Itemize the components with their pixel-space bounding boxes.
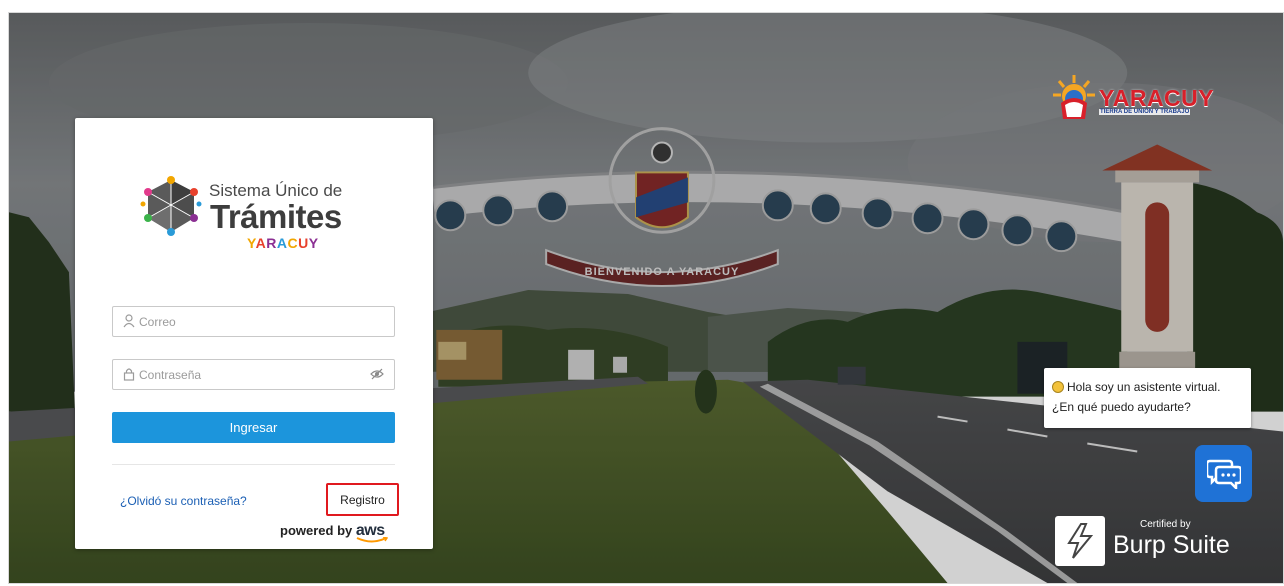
app-logo: Sistema Único de Trámites YARACUY	[139, 174, 379, 254]
logo-line3-letter: R	[266, 235, 277, 251]
chat-greeting-bubble[interactable]: Hola soy un asistente virtual. ¿En qué p…	[1044, 368, 1251, 428]
divider	[112, 464, 395, 465]
email-input[interactable]	[139, 307, 359, 336]
yaracuy-sun-icon	[1053, 75, 1095, 119]
logo-line3-letter: A	[276, 235, 288, 251]
login-card: Sistema Único de Trámites YARACUY Correo…	[75, 118, 433, 549]
logo-mark-icon	[140, 176, 202, 236]
page-viewport: BIENVENIDO A YARACUY YARACUY TIERRA DE U…	[8, 12, 1284, 584]
yaracuy-brand-logo: YARACUY TIERRA DE UNIÓN Y TRABAJO	[1051, 71, 1231, 121]
forgot-password-link[interactable]: ¿Olvidó su contraseña?	[120, 494, 247, 508]
burp-logo-icon	[1055, 516, 1105, 566]
logo-line3-letter: Y	[308, 235, 319, 251]
login-button[interactable]: Ingresar	[112, 412, 395, 443]
logo-line3: YARACUY	[247, 235, 319, 251]
logo-line2: Trámites	[210, 198, 342, 235]
burp-certified-label: Certified by	[1140, 519, 1191, 530]
burp-suite-badge: Certified by Burp Suite	[1055, 514, 1235, 569]
aws-logo: aws	[356, 522, 388, 543]
brand-tagline: TIERRA DE UNIÓN Y TRABAJO	[1099, 109, 1191, 115]
eye-off-icon[interactable]	[370, 368, 384, 380]
chat-greeting-line2: ¿En qué puedo ayudarte?	[1052, 400, 1191, 414]
user-icon	[123, 314, 135, 328]
chat-greeting-line1-row: Hola soy un asistente virtual.	[1052, 377, 1243, 397]
chat-bubbles-icon	[1207, 459, 1241, 489]
password-input[interactable]	[139, 360, 359, 389]
powered-by-label: powered by	[280, 523, 353, 538]
logo-line3-letter: Y	[247, 235, 256, 251]
password-field[interactable]	[112, 359, 395, 390]
aws-smile-icon	[356, 537, 388, 543]
wave-hand-icon	[1052, 381, 1064, 393]
logo-line3-letter: U	[298, 235, 309, 251]
logo-line3-letter: C	[287, 235, 299, 251]
register-button[interactable]: Registro	[326, 483, 399, 516]
brand-name: YARACUY	[1099, 85, 1215, 111]
logo-line3-letter: A	[255, 235, 267, 251]
powered-by-aws: powered by aws	[280, 522, 388, 543]
email-field[interactable]	[112, 306, 395, 337]
chat-greeting-line1: Hola soy un asistente virtual.	[1067, 380, 1221, 394]
lock-icon	[123, 368, 135, 381]
chat-open-button[interactable]	[1195, 445, 1252, 502]
burp-suite-name: Burp Suite	[1113, 531, 1230, 559]
